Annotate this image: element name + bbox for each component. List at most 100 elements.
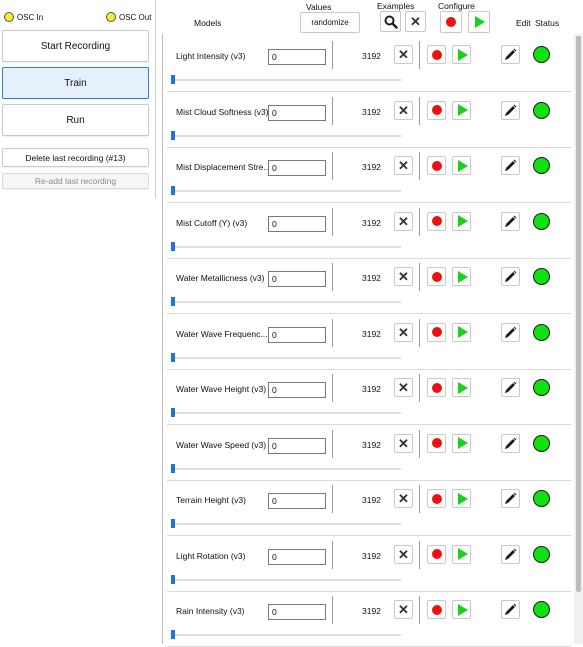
clear-examples-button[interactable]: ✕ [394,433,413,453]
model-value-input[interactable] [268,493,326,509]
clear-examples-button[interactable]: ✕ [394,45,413,64]
model-value-input[interactable] [268,49,326,65]
slider-thumb[interactable] [171,75,175,84]
slider-thumb[interactable] [171,130,175,140]
slider-thumb[interactable] [171,408,175,417]
readd-last-recording-button[interactable]: Re-add last recording [2,173,149,189]
record-button[interactable] [427,45,446,64]
value-slider[interactable] [171,412,401,414]
delete-last-recording-button[interactable]: Delete last recording (#13) [2,148,149,167]
edit-button[interactable] [501,600,520,619]
record-icon [431,160,442,171]
slider-thumb[interactable] [171,574,175,584]
clear-all-examples-button[interactable]: ✕ [405,11,426,32]
edit-button[interactable] [501,45,520,64]
scrollbar-thumb[interactable] [576,36,581,592]
model-value-input[interactable] [268,104,326,121]
slider-thumb[interactable] [171,297,175,306]
record-button[interactable] [427,378,446,397]
row-divider [419,207,420,236]
edit-button[interactable] [501,489,520,508]
edit-button[interactable] [501,267,520,286]
play-icon [457,159,468,172]
run-button[interactable] [452,211,471,231]
run-button[interactable] [452,267,471,286]
clear-examples-button[interactable]: ✕ [394,322,413,342]
model-value-input[interactable] [268,271,326,287]
run-button[interactable] [452,544,471,564]
record-all-button[interactable] [440,11,462,33]
value-slider[interactable] [171,523,401,525]
clear-examples-button[interactable]: ✕ [394,378,413,397]
model-value-input[interactable] [268,437,326,454]
model-value-input[interactable] [268,215,326,232]
run-button[interactable] [452,433,471,453]
edit-button[interactable] [501,544,520,564]
search-examples-button[interactable] [380,11,401,32]
model-value-input[interactable] [268,160,326,176]
edit-button[interactable] [501,433,520,453]
train-button[interactable]: Train [2,67,149,99]
example-count: 3192 [362,328,381,339]
value-slider[interactable] [171,245,401,248]
run-button[interactable] [452,156,471,175]
clear-examples-button[interactable]: ✕ [394,100,413,120]
model-value-input[interactable] [268,382,326,398]
record-button[interactable] [427,156,446,175]
record-button[interactable] [427,100,446,120]
slider-thumb[interactable] [171,241,175,251]
record-button[interactable] [427,489,446,508]
record-button[interactable] [427,600,446,619]
record-button[interactable] [427,211,446,231]
clear-examples-button[interactable]: ✕ [394,489,413,508]
model-value-input[interactable] [268,548,326,565]
edit-button[interactable] [501,100,520,120]
run-all-button[interactable] [468,11,490,33]
edit-button[interactable] [501,378,520,397]
record-button[interactable] [427,267,446,286]
clear-examples-button[interactable]: ✕ [394,544,413,564]
edit-button[interactable] [501,211,520,231]
slider-thumb[interactable] [171,519,175,528]
record-button[interactable] [427,544,446,564]
slider-thumb[interactable] [171,630,175,639]
row-divider [419,96,420,125]
run-button[interactable] [452,45,471,64]
run-button[interactable]: Run [2,104,149,136]
value-slider[interactable] [171,578,401,581]
edit-button[interactable] [501,156,520,175]
value-slider[interactable] [171,467,401,470]
pencil-icon [505,326,517,338]
slider-thumb[interactable] [171,186,175,195]
clear-examples-button[interactable]: ✕ [394,211,413,231]
value-slider[interactable] [171,634,401,636]
run-button[interactable] [452,100,471,120]
play-icon [457,270,468,283]
record-button[interactable] [427,433,446,453]
record-icon [431,49,442,60]
slider-thumb[interactable] [171,352,175,362]
randomize-button[interactable]: randomize [300,12,360,33]
run-button[interactable] [452,489,471,508]
run-button[interactable] [452,378,471,397]
slider-thumb[interactable] [171,463,175,473]
record-icon [446,17,456,27]
clear-examples-button[interactable]: ✕ [394,267,413,286]
value-slider[interactable] [171,190,401,192]
clear-examples-button[interactable]: ✕ [394,156,413,175]
run-button[interactable] [452,600,471,619]
model-value-input[interactable] [268,604,326,620]
run-button[interactable] [452,322,471,342]
edit-button[interactable] [501,322,520,342]
row-divider [332,596,333,624]
osc-in-light-icon [4,12,14,22]
value-slider[interactable] [171,356,401,359]
value-slider[interactable] [171,134,401,137]
record-button[interactable] [427,322,446,342]
start-recording-button[interactable]: Start Recording [2,30,149,62]
model-value-input[interactable] [268,326,326,343]
value-slider[interactable] [171,79,401,81]
clear-examples-button[interactable]: ✕ [394,600,413,619]
value-slider[interactable] [171,301,401,303]
close-icon: ✕ [398,491,409,506]
